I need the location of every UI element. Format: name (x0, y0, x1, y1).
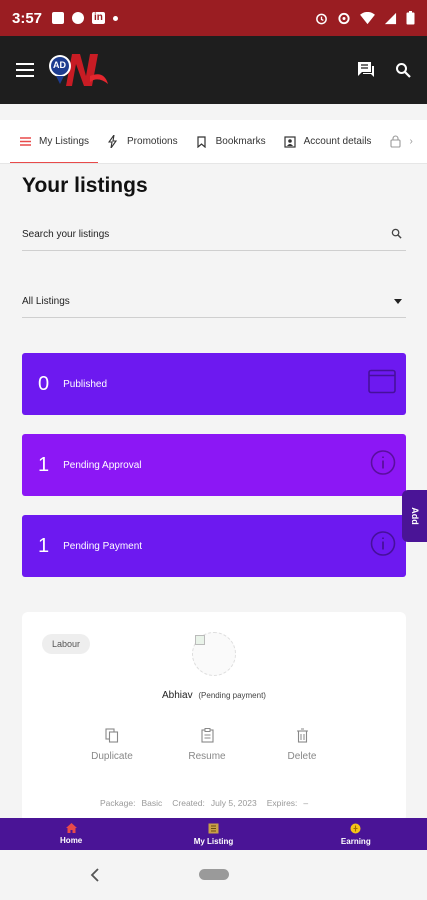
wifi-icon (360, 11, 375, 24)
bottom-nav: Home My Listing Earning (0, 818, 427, 850)
home-icon (65, 823, 77, 833)
account-tabs: My Listings Promotions Bookmarks Account… (0, 120, 427, 164)
expires-label: Expires: (266, 798, 298, 808)
alarm-icon (316, 13, 327, 24)
search-field[interactable] (22, 219, 406, 251)
circle-notification-icon (72, 12, 85, 24)
pending-approval-label: Pending Approval (63, 459, 142, 471)
package-value: Basic (141, 798, 163, 808)
info-icon (370, 450, 396, 481)
listing-meta: Package: Basic Created: July 5, 2023 Exp… (100, 798, 308, 808)
bolt-icon (107, 135, 119, 148)
system-navigation-bar (0, 850, 427, 900)
data-saver-icon (338, 12, 350, 24)
pending-payment-label: Pending Payment (63, 540, 143, 552)
resume-label: Resume (188, 751, 226, 762)
broken-image-icon (195, 635, 205, 645)
listing-filter-select[interactable]: All Listings (22, 286, 406, 318)
pending-payment-card[interactable]: 1 Pending Payment (22, 515, 406, 577)
dropdown-arrow-icon (394, 296, 402, 307)
created-value: July 5, 2023 (210, 798, 257, 808)
chevron-right-icon: › (409, 136, 413, 147)
package-label: Package: (100, 798, 136, 808)
logo-text: AD (53, 60, 66, 70)
tab-label: Bookmarks (215, 136, 266, 147)
published-card[interactable]: 0 Published (22, 353, 406, 415)
listing-title-row: Abhiav (Pending payment) (22, 690, 406, 701)
tab-bookmarks[interactable]: Bookmarks (187, 120, 275, 163)
list-icon (19, 136, 31, 148)
delete-button[interactable]: Delete (272, 728, 332, 762)
tab-promotions[interactable]: Promotions (98, 120, 187, 163)
side-tab-label: Add (409, 507, 420, 525)
chat-icon[interactable] (357, 61, 375, 79)
coin-icon (350, 823, 361, 833)
home-pill[interactable] (199, 869, 229, 880)
tab-label: Promotions (127, 136, 178, 147)
battery-icon (406, 11, 415, 25)
search-icon[interactable] (395, 62, 411, 78)
tab-my-listings[interactable]: My Listings (10, 120, 99, 163)
filter-value: All Listings (22, 296, 70, 307)
search-input[interactable] (22, 229, 362, 240)
back-icon[interactable] (88, 866, 104, 884)
delete-label: Delete (287, 751, 317, 762)
pending-approval-count: 1 (38, 453, 50, 476)
resume-button[interactable]: Resume (177, 728, 237, 762)
listing-status: (Pending payment) (198, 691, 266, 700)
lock-icon (389, 135, 401, 148)
duplicate-label: Duplicate (91, 751, 133, 762)
nav-earning[interactable]: Earning (311, 823, 401, 846)
page-title: Your listings (22, 174, 148, 197)
duplicate-button[interactable]: Duplicate (82, 728, 142, 762)
published-label: Published (63, 378, 108, 390)
nav-home[interactable]: Home (26, 823, 116, 845)
more-notifications-icon (112, 15, 118, 21)
tab-label: My Listings (39, 136, 90, 147)
nav-earning-label: Earning (340, 836, 371, 846)
image-notification-icon (52, 12, 65, 24)
copy-icon (105, 728, 119, 743)
info-icon (370, 531, 396, 562)
nav-home-label: Home (60, 836, 83, 845)
published-count: 0 (38, 372, 50, 395)
listing-icon (208, 823, 219, 833)
status-bar: 3:57 in (0, 0, 427, 36)
linkedin-icon: in (92, 12, 105, 24)
hamburger-icon[interactable] (16, 63, 34, 77)
signal-icon (384, 12, 397, 24)
app-bar: AD (0, 36, 427, 104)
expires-value: – (303, 798, 309, 808)
category-chip: Labour (42, 634, 91, 654)
pending-approval-card[interactable]: 1 Pending Approval (22, 434, 406, 496)
status-time: 3:57 (12, 9, 43, 27)
browser-window-icon (368, 369, 396, 399)
app-logo[interactable]: AD (46, 46, 110, 94)
listing-name[interactable]: Abhiav (162, 690, 193, 701)
tab-label: Account details (303, 136, 372, 147)
nav-my-listing[interactable]: My Listing (168, 823, 258, 846)
listing-actions: Duplicate Resume Delete (82, 728, 332, 762)
search-icon[interactable] (391, 228, 402, 242)
pending-payment-count: 1 (38, 534, 50, 557)
trash-icon (296, 728, 308, 743)
tab-logout[interactable]: › (380, 120, 421, 163)
nav-my-listing-label: My Listing (193, 836, 234, 846)
listing-card: Labour Abhiav (Pending payment) Duplicat… (22, 612, 406, 822)
bookmark-icon (196, 135, 208, 148)
listing-image (192, 632, 236, 676)
account-icon (284, 135, 296, 148)
created-label: Created: (172, 798, 205, 808)
add-listing-side-tab[interactable]: Add (402, 490, 427, 542)
clipboard-icon (200, 728, 214, 743)
tab-account-details[interactable]: Account details (275, 120, 381, 163)
